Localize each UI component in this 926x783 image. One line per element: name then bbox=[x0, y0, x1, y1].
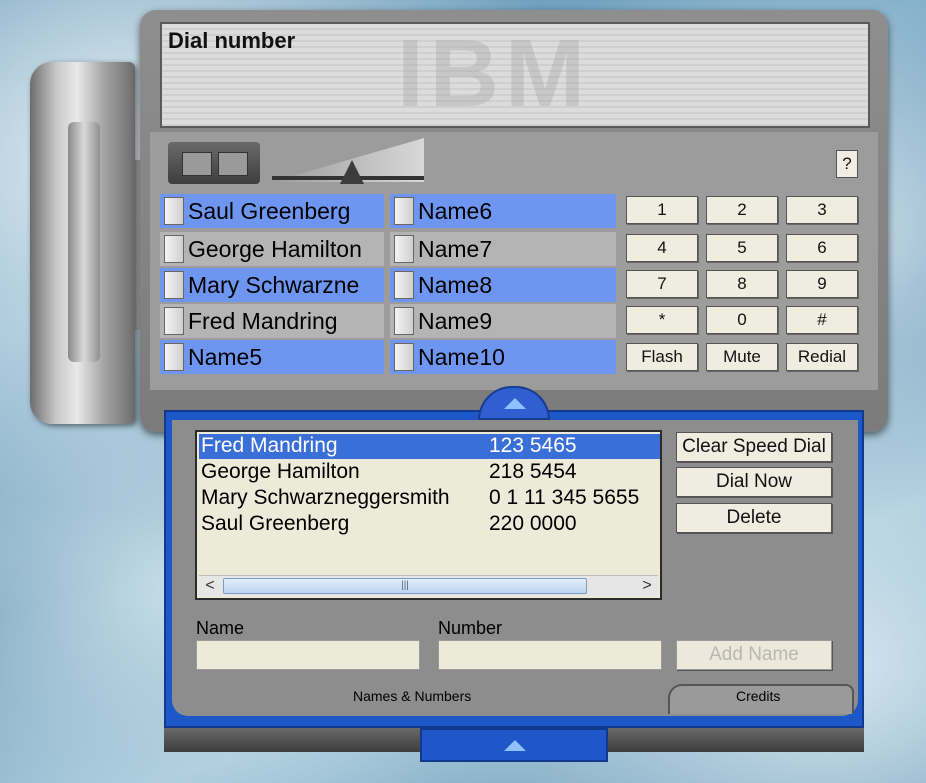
display-title: Dial number bbox=[168, 28, 296, 53]
list-item[interactable]: Mary Schwarzneggersmith 0 1 11 345 5655 bbox=[199, 486, 660, 511]
scroll-right-icon[interactable]: > bbox=[638, 576, 656, 596]
speed-dial-label: Name8 bbox=[418, 271, 493, 298]
dial-now-button[interactable]: Dial Now bbox=[676, 467, 832, 497]
flash-button[interactable]: Flash bbox=[626, 343, 698, 371]
hook-switch-right bbox=[218, 152, 248, 176]
speed-dial-2[interactable]: George Hamilton bbox=[160, 232, 384, 266]
key-5[interactable]: 5 bbox=[706, 234, 778, 262]
speed-dial-button[interactable] bbox=[164, 235, 184, 263]
speed-dial-button[interactable] bbox=[164, 197, 184, 225]
mute-button[interactable]: Mute bbox=[706, 343, 778, 371]
speed-dial-button[interactable] bbox=[164, 307, 184, 335]
delete-button[interactable]: Delete bbox=[676, 503, 832, 533]
list-item-name: Saul Greenberg bbox=[201, 512, 350, 535]
list-item-name: George Hamilton bbox=[201, 460, 360, 483]
key-8[interactable]: 8 bbox=[706, 270, 778, 298]
key-star[interactable]: * bbox=[626, 306, 698, 334]
speed-dial-label: Name10 bbox=[418, 343, 505, 370]
speed-dial-button[interactable] bbox=[394, 271, 414, 299]
speed-dial-label: Saul Greenberg bbox=[188, 197, 351, 224]
list-item-number: 123 5465 bbox=[489, 434, 577, 457]
speed-dial-label: Name9 bbox=[418, 307, 493, 334]
speed-dial-button[interactable] bbox=[394, 343, 414, 371]
key-4[interactable]: 4 bbox=[626, 234, 698, 262]
scrollbar-thumb[interactable]: ||| bbox=[223, 578, 587, 594]
scroll-left-icon[interactable]: < bbox=[201, 576, 219, 596]
names-list[interactable]: Fred Mandring 123 5465 George Hamilton 2… bbox=[195, 430, 662, 600]
speed-dial-button[interactable] bbox=[164, 343, 184, 371]
speed-dial-6[interactable]: Name6 bbox=[390, 194, 616, 228]
hook-switch-left bbox=[182, 152, 212, 176]
handset[interactable] bbox=[30, 62, 135, 424]
speed-dial-label: Name5 bbox=[188, 343, 263, 370]
key-1[interactable]: 1 bbox=[626, 196, 698, 224]
speed-dial-5[interactable]: Name5 bbox=[160, 340, 384, 374]
hook-switch[interactable] bbox=[168, 142, 260, 184]
name-field-label: Name bbox=[196, 618, 245, 638]
ibm-watermark: IBM bbox=[397, 20, 591, 127]
list-item-number: 0 1 11 345 5655 bbox=[489, 486, 640, 509]
list-item[interactable]: George Hamilton 218 5454 bbox=[199, 460, 660, 485]
list-item[interactable]: Saul Greenberg 220 0000 bbox=[199, 512, 660, 537]
tab-names-numbers[interactable]: Names & Numbers bbox=[353, 688, 471, 704]
speed-dial-label: Fred Mandring bbox=[188, 307, 338, 334]
expand-up-arrow-icon[interactable] bbox=[420, 728, 608, 762]
redial-button[interactable]: Redial bbox=[786, 343, 858, 371]
list-item[interactable]: Fred Mandring 123 5465 bbox=[199, 434, 660, 459]
speed-dial-label: Name6 bbox=[418, 197, 493, 224]
key-hash[interactable]: # bbox=[786, 306, 858, 334]
speed-dial-button[interactable] bbox=[394, 307, 414, 335]
speed-dial-button[interactable] bbox=[394, 197, 414, 225]
key-3[interactable]: 3 bbox=[786, 196, 858, 224]
clear-speed-dial-button[interactable]: Clear Speed Dial bbox=[676, 432, 832, 462]
speed-dial-10[interactable]: Name10 bbox=[390, 340, 616, 374]
speed-dial-9[interactable]: Name9 bbox=[390, 304, 616, 338]
key-9[interactable]: 9 bbox=[786, 270, 858, 298]
volume-slider-thumb[interactable] bbox=[340, 160, 364, 184]
list-item-number: 220 0000 bbox=[489, 512, 577, 535]
list-item-number: 218 5454 bbox=[489, 460, 577, 483]
speed-dial-1[interactable]: Saul Greenberg bbox=[160, 194, 384, 228]
speed-dial-8[interactable]: Name8 bbox=[390, 268, 616, 302]
speed-dial-label: Name7 bbox=[418, 235, 493, 262]
key-0[interactable]: 0 bbox=[706, 306, 778, 334]
speed-dial-button[interactable] bbox=[394, 235, 414, 263]
key-7[interactable]: 7 bbox=[626, 270, 698, 298]
help-button[interactable]: ? bbox=[836, 150, 858, 178]
add-name-button[interactable]: Add Name bbox=[676, 640, 832, 670]
speed-dial-4[interactable]: Fred Mandring bbox=[160, 304, 384, 338]
name-input[interactable] bbox=[196, 640, 420, 670]
tab-credits-label[interactable]: Credits bbox=[736, 688, 780, 704]
speed-dial-3[interactable]: Mary Schwarzne bbox=[160, 268, 384, 302]
key-6[interactable]: 6 bbox=[786, 234, 858, 262]
speed-dial-7[interactable]: Name7 bbox=[390, 232, 616, 266]
number-input[interactable] bbox=[438, 640, 662, 670]
list-item-name: Mary Schwarzneggersmith bbox=[201, 486, 450, 509]
horizontal-scrollbar[interactable]: < ||| > bbox=[199, 575, 658, 596]
phone-display: IBM Dial number bbox=[160, 22, 870, 128]
speed-dial-label: George Hamilton bbox=[188, 235, 362, 262]
number-field-label: Number bbox=[438, 618, 503, 638]
speed-dial-button[interactable] bbox=[164, 271, 184, 299]
speed-dial-label: Mary Schwarzne bbox=[188, 271, 360, 298]
key-2[interactable]: 2 bbox=[706, 196, 778, 224]
list-item-name: Fred Mandring bbox=[201, 434, 338, 457]
